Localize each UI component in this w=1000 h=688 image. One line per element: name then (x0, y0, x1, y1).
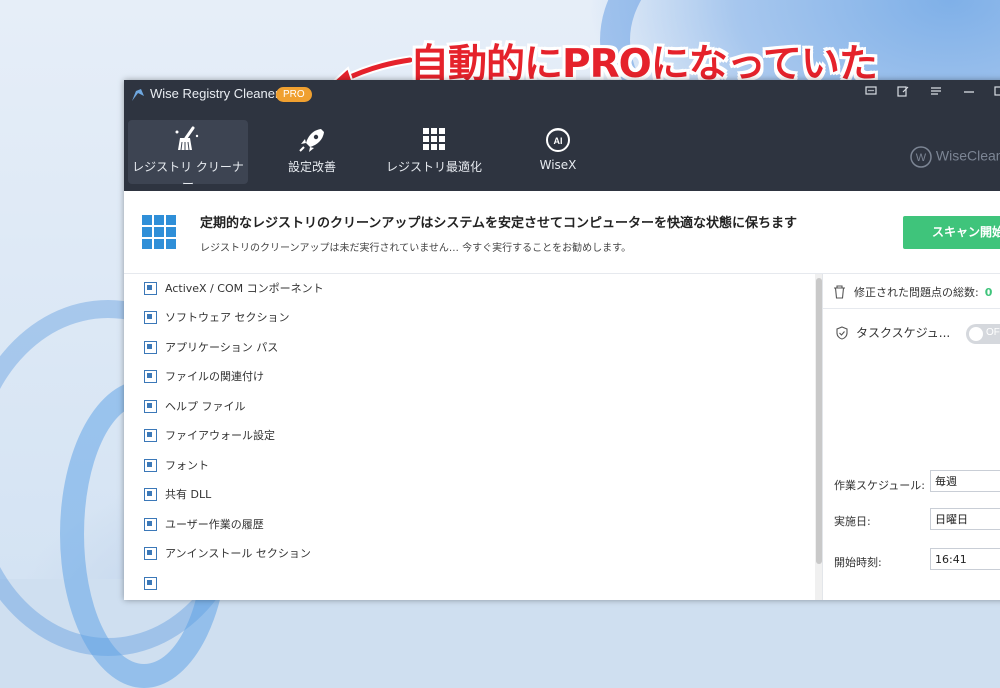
trash-icon (834, 285, 845, 299)
run-day-select[interactable]: 日曜日 (930, 508, 1000, 530)
scan-button[interactable]: スキャン開始 (903, 216, 1000, 249)
banner-subtitle: レジストリのクリーンアップは未だ実行されていません… 今すぐ実行することをお勧め… (200, 243, 632, 254)
title-bar: Wise Registry Cleaner 11 PRO レジストリ クリーナー (124, 80, 1000, 191)
firewall-icon (144, 428, 157, 442)
task-schedule-toggle[interactable]: OF (966, 324, 1000, 344)
start-time-field[interactable]: 16:41 (930, 548, 1000, 570)
app-logo-icon (132, 89, 144, 101)
restore-icon[interactable] (990, 85, 1000, 101)
history-icon (144, 517, 157, 531)
list-item[interactable]: ファイルの関連付け (144, 365, 264, 387)
list-item[interactable]: アプリケーション パス (144, 336, 278, 358)
list-item[interactable]: ファイアウォール設定 (144, 424, 275, 446)
uninstall-icon (144, 546, 157, 560)
more-icon (144, 576, 157, 590)
nav-label: 設定改善 (287, 160, 336, 174)
list-item[interactable]: ユーザー作業の履歴 (144, 513, 264, 535)
windows-grid-icon (142, 215, 176, 249)
svg-text:AI: AI (554, 136, 563, 146)
fixed-count: 0 (984, 285, 993, 299)
file-assoc-icon (144, 369, 157, 383)
menu-icon[interactable] (927, 85, 945, 101)
app-path-icon (144, 340, 157, 354)
dll-icon (144, 487, 157, 501)
nav-wisex[interactable]: AI WiseX (498, 120, 618, 184)
broom-icon (175, 126, 199, 151)
fixed-count-row: 修正された問題点の総数: 0 (833, 284, 992, 300)
pro-badge: PRO (276, 87, 312, 102)
list-item[interactable]: ActiveX / COM コンポーネント (144, 277, 324, 299)
font-icon (144, 458, 157, 472)
nav-system-tuneup[interactable]: 設定改善 (252, 120, 372, 184)
run-day-label: 実施日: (834, 515, 871, 528)
schedule-shield-icon (836, 325, 848, 340)
nav-label: レジストリ クリーナー (132, 160, 244, 191)
work-schedule-label: 作業スケジュール: (834, 479, 925, 492)
list-item[interactable]: ヘルプ ファイル (144, 395, 246, 417)
app-window: Wise Registry Cleaner 11 PRO レジストリ クリーナー (124, 80, 1000, 600)
list-item[interactable]: アンインストール セクション (144, 542, 311, 564)
activex-icon (144, 281, 157, 295)
list-item[interactable] (144, 572, 165, 594)
banner-title: 定期的なレジストリのクリーンアップはシステムを安定させてコンピューターを快適な状… (200, 216, 797, 231)
svg-text:W: W (916, 152, 927, 164)
toggle-knob (969, 327, 983, 341)
wisecleaner-brand: W WiseClean (910, 146, 1000, 168)
category-list: ActiveX / COM コンポーネント ソフトウェア セクション アプリケー… (124, 274, 814, 600)
start-time-label: 開始時刻: (834, 556, 882, 569)
minimize-icon[interactable] (960, 85, 978, 101)
work-schedule-select[interactable]: 毎週 (930, 470, 1000, 492)
software-icon (144, 310, 157, 324)
list-item[interactable]: フォント (144, 454, 209, 476)
nav-registry-optimizer[interactable]: レジストリ最適化 (374, 120, 494, 184)
help-file-icon (144, 399, 157, 413)
rocket-icon (299, 129, 324, 152)
status-banner: 定期的なレジストリのクリーンアップはシステムを安定させてコンピューターを快適な状… (124, 191, 1000, 274)
window-title: Wise Registry Cleaner 11 (150, 86, 297, 101)
right-panel: 修正された問題点の総数: 0 タスクスケジュ... OF 作業スケジュール: 毎… (823, 274, 1000, 600)
task-schedule-row: タスクスケジュ... (835, 324, 950, 341)
nav-label: WiseX (539, 158, 577, 172)
list-item[interactable]: ソフトウェア セクション (144, 306, 290, 328)
grid-icon (423, 128, 445, 150)
edit-icon[interactable] (894, 85, 912, 101)
feedback-icon[interactable] (862, 85, 880, 101)
divider (823, 308, 1000, 309)
ai-icon: AI (546, 128, 570, 152)
nav-label: レジストリ最適化 (385, 160, 482, 174)
nav-registry-cleaner[interactable]: レジストリ クリーナー (128, 120, 248, 191)
list-item[interactable]: 共有 DLL (144, 483, 211, 505)
